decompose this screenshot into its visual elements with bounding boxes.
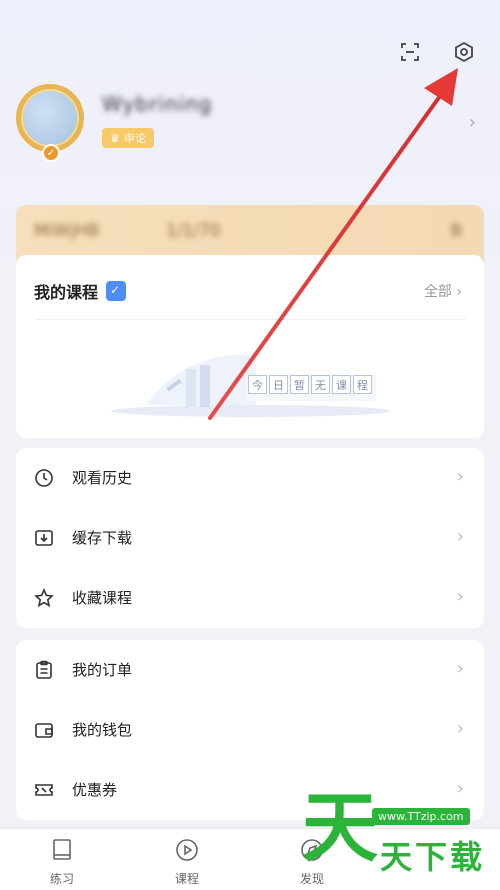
vip-badge: ♛ 申论 [102,128,154,148]
menu-item-label: 我的订单 [72,661,133,679]
menu-item-my-orders[interactable]: 我的订单 › [16,640,484,700]
empty-char: 今 [248,375,267,394]
wallet-icon [35,723,53,738]
menu-item-label: 观看历史 [72,469,133,487]
verified-badge-icon: ✓ [42,144,60,162]
menu-item-label: 收藏课程 [72,589,133,607]
vip-banner-text: MiWjHB [34,221,100,241]
menu-item-watch-history[interactable]: 观看历史 › [16,448,484,508]
nav-tab-course[interactable]: 课程 [157,837,217,887]
menu-item-label: 我的钱包 [72,721,133,739]
empty-char: 课 [332,375,351,394]
watermark-logo: 天 www.TTzip.com 天下载 [300,790,500,890]
my-courses-title: 我的课程 [34,283,99,302]
nav-label: 课程 [174,872,199,886]
menu-item-label: 优惠券 [72,781,118,799]
scan-icon[interactable] [398,40,422,64]
menu-card-1: 观看历史 › 缓存下载 › 收藏课程 › [16,448,484,628]
avatar-image [16,84,84,152]
empty-courses-text: 今 日 暂 无 课 程 [248,375,372,394]
chevron-right-icon: › [456,466,464,487]
chevron-right-icon: › [456,718,464,739]
empty-char: 暂 [290,375,309,394]
coupon-icon [35,784,53,796]
top-toolbar [398,40,476,64]
vip-banner-text-2: 1/1/70 [166,221,221,241]
star-icon [34,588,54,608]
download-icon [35,530,53,546]
profile-section[interactable]: ✓ Wybrining ♛ 申论 › [10,82,490,166]
watermark-url: www.TTzip.com [372,808,470,825]
username: Wybrining [102,92,213,116]
vip-banner-text-3: B [450,221,462,241]
divider [34,319,466,320]
watermark-text: 天下载 [380,838,486,876]
empty-courses-illustration: 今 日 暂 无 课 程 [106,345,396,425]
my-courses-header: 我的课程 [34,279,127,303]
menu-item-cache-download[interactable]: 缓存下载 › [16,508,484,568]
chevron-right-icon: › [456,658,464,679]
menu-item-favorite-courses[interactable]: 收藏课程 › [16,568,484,628]
chevron-right-icon: › [456,586,464,607]
book-icon [53,839,71,860]
my-courses-card: 我的课程 全部 › 今 日 暂 无 课 程 [16,255,484,438]
history-icon [35,469,53,487]
vip-label: 申论 [123,132,146,145]
play-icon [176,839,198,861]
all-courses-link[interactable]: 全部 › [424,281,462,301]
menu-item-my-wallet[interactable]: 我的钱包 › [16,700,484,760]
empty-char: 无 [311,375,330,394]
order-icon [36,660,52,679]
nav-label: 练习 [49,872,74,886]
calendar-icon [106,281,127,301]
crown-icon: ♛ [110,131,120,145]
watermark-big-char: 天 [302,783,378,872]
chevron-right-icon: › [456,526,464,547]
avatar[interactable]: ✓ [10,82,90,166]
nav-tab-practice[interactable]: 练习 [32,837,92,887]
empty-char: 程 [353,375,372,394]
chevron-right-icon: › [468,112,476,133]
empty-char: 日 [269,375,288,394]
settings-gear-icon[interactable] [452,40,476,64]
menu-item-label: 缓存下载 [72,529,133,547]
